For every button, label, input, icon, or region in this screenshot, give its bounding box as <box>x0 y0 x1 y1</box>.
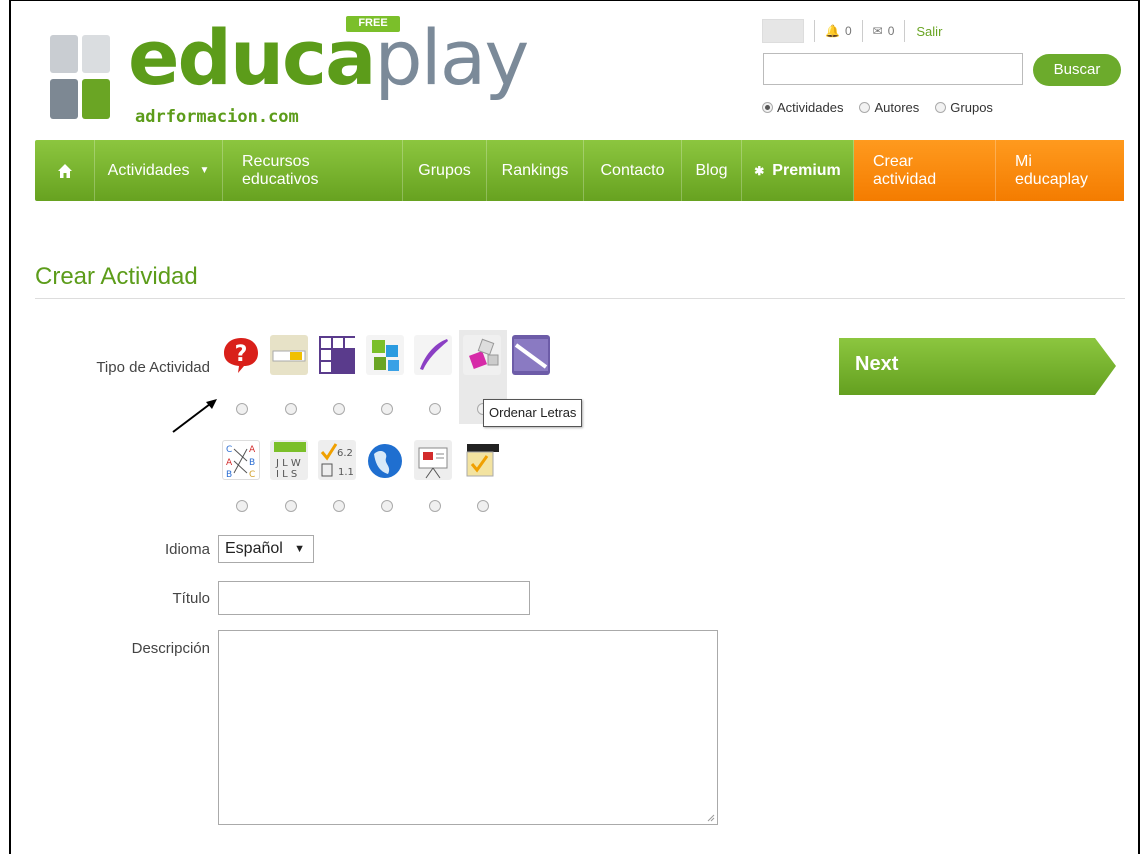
fill-blank-icon[interactable] <box>270 335 308 375</box>
tipo-label: Tipo de Actividad <box>96 359 210 376</box>
svg-text:B: B <box>249 458 255 468</box>
messages-count: 0 <box>887 24 895 38</box>
tipo-radio-2[interactable] <box>285 403 297 415</box>
idioma-select[interactable]: Español ▼ <box>218 535 314 563</box>
nav-grupos[interactable]: Grupos <box>403 140 487 201</box>
letter-soup-icon[interactable]: J L WI L S <box>270 440 308 480</box>
crossword-icon[interactable] <box>318 335 356 375</box>
messages-button[interactable]: ✉ 0 <box>861 20 906 42</box>
home-icon <box>57 163 72 178</box>
scope-grupos[interactable]: Grupos <box>935 100 993 115</box>
svg-text:A: A <box>226 458 233 468</box>
notifications-count: 0 <box>844 24 852 38</box>
nav-contacto[interactable]: Contacto <box>584 140 682 201</box>
nav-mi-educaplay[interactable]: Mi educaplay <box>996 140 1124 201</box>
tipo-radio-12[interactable] <box>429 500 441 512</box>
feather-icon[interactable] <box>414 335 452 375</box>
notifications-button[interactable]: 🔔 0 <box>814 20 863 42</box>
nav-recursos[interactable]: Recursos educativos <box>223 140 403 201</box>
user-toolbar: 🔔 0 ✉ 0 Salir <box>762 18 942 44</box>
tooltip: Ordenar Letras <box>483 399 583 427</box>
search-button[interactable]: Buscar <box>1033 54 1121 86</box>
scope-actividades[interactable]: Actividades <box>762 100 843 115</box>
search-scope-radios: Actividades Autores Grupos <box>762 100 993 115</box>
page-title: Crear Actividad <box>35 263 198 290</box>
nav-crear-actividad[interactable]: Crear actividad <box>854 140 996 201</box>
svg-text:B: B <box>226 470 232 479</box>
test-icon[interactable]: 6.2 1.1 <box>318 440 356 480</box>
envelope-icon: ✉ <box>872 24 883 38</box>
radio-icon[interactable] <box>762 102 773 113</box>
nav-home[interactable] <box>35 140 95 201</box>
svg-text:C: C <box>249 470 255 479</box>
tipo-radio-9[interactable] <box>285 500 297 512</box>
tipo-radio-11[interactable] <box>381 500 393 512</box>
logo-tiles-icon <box>50 35 112 119</box>
logo-domain: adrformacion.com <box>135 107 299 127</box>
chevron-down-icon: ▼ <box>294 543 305 555</box>
video-quiz-icon[interactable] <box>463 440 501 480</box>
puzzle-icon[interactable] <box>366 335 404 375</box>
word-search-icon[interactable] <box>512 335 550 375</box>
tipo-radio-10[interactable] <box>333 500 345 512</box>
descripcion-textarea[interactable] <box>218 630 718 825</box>
svg-text:I L S: I L S <box>276 469 297 480</box>
tipo-radio-8[interactable] <box>236 500 248 512</box>
star-icon: ✱ <box>754 163 765 178</box>
free-badge: FREE <box>346 16 400 32</box>
radio-icon[interactable] <box>859 102 871 113</box>
tipo-radio-1[interactable] <box>236 403 248 415</box>
nav-blog[interactable]: Blog <box>682 140 742 201</box>
tipo-radio-4[interactable] <box>381 403 393 415</box>
descripcion-label: Descripción <box>131 640 210 657</box>
logo-wordmark[interactable]: educaplay <box>128 20 529 96</box>
svg-text:A: A <box>249 445 256 455</box>
idioma-label: Idioma <box>164 541 210 558</box>
svg-text:C: C <box>226 445 232 455</box>
tipo-radio-13[interactable] <box>477 500 489 512</box>
quiz-icon[interactable]: ? <box>222 335 260 375</box>
titulo-label: Título <box>172 590 210 607</box>
divider <box>35 298 1125 299</box>
search-input[interactable] <box>763 53 1023 85</box>
svg-text:1.1: 1.1 <box>338 467 354 478</box>
relate-icon[interactable]: CAABBC <box>222 440 260 480</box>
bell-icon: 🔔 <box>825 24 840 38</box>
nav-actividades[interactable]: Actividades ▼ <box>95 140 223 201</box>
tipo-radio-3[interactable] <box>333 403 345 415</box>
radio-icon[interactable] <box>935 102 947 113</box>
tipo-radio-5[interactable] <box>429 403 441 415</box>
scope-autores[interactable]: Autores <box>859 100 919 115</box>
titulo-input[interactable] <box>218 581 530 615</box>
nav-rankings[interactable]: Rankings <box>487 140 584 201</box>
avatar[interactable] <box>762 19 804 43</box>
svg-text:J L W: J L W <box>275 458 301 469</box>
nav-premium[interactable]: ✱ Premium <box>742 140 854 201</box>
ordenar-letras-icon[interactable] <box>463 335 501 375</box>
map-icon[interactable] <box>366 440 404 480</box>
chevron-down-icon: ▼ <box>199 165 210 176</box>
arrow-annotation-icon <box>172 399 217 433</box>
logout-link[interactable]: Salir <box>916 24 942 39</box>
main-nav: Actividades ▼ Recursos educativos Grupos … <box>35 140 1124 201</box>
resize-grip-icon[interactable] <box>707 814 715 822</box>
presentation-icon[interactable] <box>414 440 452 480</box>
next-button[interactable]: Next <box>839 338 1117 395</box>
svg-text:?: ? <box>235 342 248 367</box>
svg-text:6.2: 6.2 <box>337 448 353 459</box>
